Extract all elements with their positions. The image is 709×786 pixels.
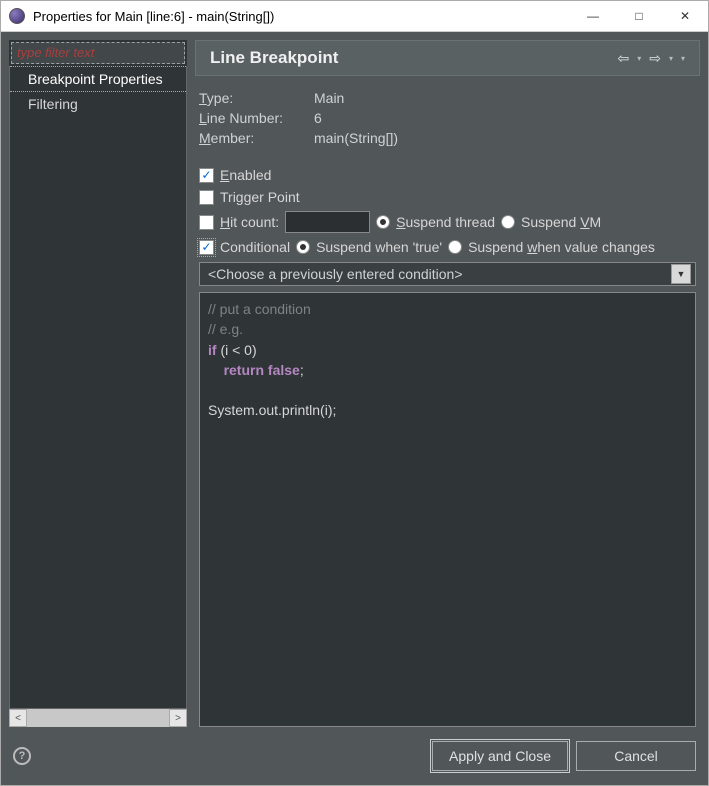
dialog-footer: ? Apply and Close Cancel bbox=[9, 733, 700, 779]
conditional-label[interactable]: Conditional bbox=[220, 239, 290, 255]
main-area: type filter text Breakpoint Properties F… bbox=[9, 40, 700, 727]
hit-count-label[interactable]: Hit count: bbox=[220, 214, 279, 230]
code-keyword: return false bbox=[224, 362, 300, 378]
sidebar-item-breakpoint-properties[interactable]: Breakpoint Properties bbox=[10, 66, 186, 92]
code-text: (i < 0) bbox=[217, 342, 257, 358]
sidebar-item-filtering[interactable]: Filtering bbox=[10, 92, 186, 116]
suspend-vm-label[interactable]: Suspend VM bbox=[521, 214, 601, 230]
conditional-checkbox[interactable]: ✓ bbox=[199, 240, 214, 255]
suspend-changes-option[interactable]: Suspend when value changes bbox=[448, 239, 655, 255]
close-button[interactable]: ✕ bbox=[662, 1, 708, 31]
client-area: type filter text Breakpoint Properties F… bbox=[1, 32, 708, 785]
chevron-down-icon[interactable]: ▼ bbox=[671, 264, 691, 284]
code-keyword: if bbox=[208, 342, 217, 358]
code-line: // put a condition bbox=[208, 301, 311, 317]
suspend-changes-label[interactable]: Suspend when value changes bbox=[468, 239, 655, 255]
hit-count-checkbox[interactable] bbox=[199, 215, 214, 230]
trigger-label[interactable]: Trigger Point bbox=[220, 189, 300, 205]
code-text: ; bbox=[300, 362, 304, 378]
content-header: Line Breakpoint ⇦ ▾ ⇨ ▾ ▾ bbox=[195, 40, 700, 76]
suspend-thread-option[interactable]: Suspend thread bbox=[376, 214, 495, 230]
properties-dialog: Properties for Main [line:6] - main(Stri… bbox=[0, 0, 709, 786]
apply-and-close-button[interactable]: Apply and Close bbox=[432, 741, 568, 771]
member-value: main(String[]) bbox=[314, 130, 398, 146]
enabled-label[interactable]: Enabled bbox=[220, 167, 271, 183]
conditional-row: ✓ Conditional Suspend when 'true' Suspen… bbox=[199, 236, 696, 258]
eclipse-icon bbox=[9, 8, 25, 24]
hit-count-row: Hit count: Suspend thread Suspend VM bbox=[199, 208, 696, 236]
code-line: System.out.println(i); bbox=[208, 402, 336, 418]
condition-code-editor[interactable]: // put a condition // e.g. if (i < 0) re… bbox=[199, 292, 696, 727]
trigger-checkbox[interactable] bbox=[199, 190, 214, 205]
window-title: Properties for Main [line:6] - main(Stri… bbox=[33, 9, 570, 24]
type-label: Type: bbox=[199, 90, 314, 106]
suspend-true-label[interactable]: Suspend when 'true' bbox=[316, 239, 442, 255]
suspend-thread-label[interactable]: Suspend thread bbox=[396, 214, 495, 230]
window-controls: — □ ✕ bbox=[570, 1, 708, 31]
enabled-row: ✓ Enabled bbox=[199, 164, 696, 186]
title-bar[interactable]: Properties for Main [line:6] - main(Stri… bbox=[1, 1, 708, 32]
form: Type: Main Line Number: 6 Member: main(S… bbox=[195, 76, 700, 727]
forward-history-dropdown[interactable]: ▾ bbox=[665, 54, 677, 63]
sidebar: type filter text Breakpoint Properties F… bbox=[9, 40, 187, 727]
type-value: Main bbox=[314, 90, 344, 106]
enabled-checkbox[interactable]: ✓ bbox=[199, 168, 214, 183]
member-row: Member: main(String[]) bbox=[199, 128, 696, 148]
minimize-button[interactable]: — bbox=[570, 1, 616, 31]
hit-count-input[interactable] bbox=[285, 211, 370, 233]
back-icon[interactable]: ⇦ bbox=[613, 50, 633, 67]
code-line: // e.g. bbox=[208, 321, 243, 337]
type-row: Type: Main bbox=[199, 88, 696, 108]
maximize-button[interactable]: □ bbox=[616, 1, 662, 31]
cancel-button[interactable]: Cancel bbox=[576, 741, 696, 771]
forward-icon[interactable]: ⇨ bbox=[645, 50, 665, 67]
content-pane: Line Breakpoint ⇦ ▾ ⇨ ▾ ▾ Type: Main Lin… bbox=[195, 40, 700, 727]
condition-history-dropdown[interactable]: <Choose a previously entered condition> … bbox=[199, 262, 696, 286]
scroll-left-icon[interactable]: < bbox=[9, 709, 27, 727]
member-label: Member: bbox=[199, 130, 314, 146]
back-history-dropdown[interactable]: ▾ bbox=[633, 54, 645, 63]
line-row: Line Number: 6 bbox=[199, 108, 696, 128]
line-value: 6 bbox=[314, 110, 322, 126]
suspend-vm-radio[interactable] bbox=[501, 215, 515, 229]
dropdown-text: <Choose a previously entered condition> bbox=[208, 266, 671, 282]
suspend-true-option[interactable]: Suspend when 'true' bbox=[296, 239, 442, 255]
suspend-true-radio[interactable] bbox=[296, 240, 310, 254]
menu-dropdown[interactable]: ▾ bbox=[677, 54, 689, 63]
filter-input[interactable]: type filter text bbox=[11, 42, 185, 64]
suspend-changes-radio[interactable] bbox=[448, 240, 462, 254]
help-icon[interactable]: ? bbox=[13, 747, 31, 765]
sidebar-scrollbar[interactable]: < > bbox=[9, 709, 187, 727]
page-title: Line Breakpoint bbox=[210, 48, 613, 68]
nav-list: Breakpoint Properties Filtering bbox=[9, 66, 187, 709]
suspend-vm-option[interactable]: Suspend VM bbox=[501, 214, 601, 230]
trigger-row: Trigger Point bbox=[199, 186, 696, 208]
line-label: Line Number: bbox=[199, 110, 314, 126]
suspend-thread-radio[interactable] bbox=[376, 215, 390, 229]
scroll-right-icon[interactable]: > bbox=[169, 709, 187, 727]
